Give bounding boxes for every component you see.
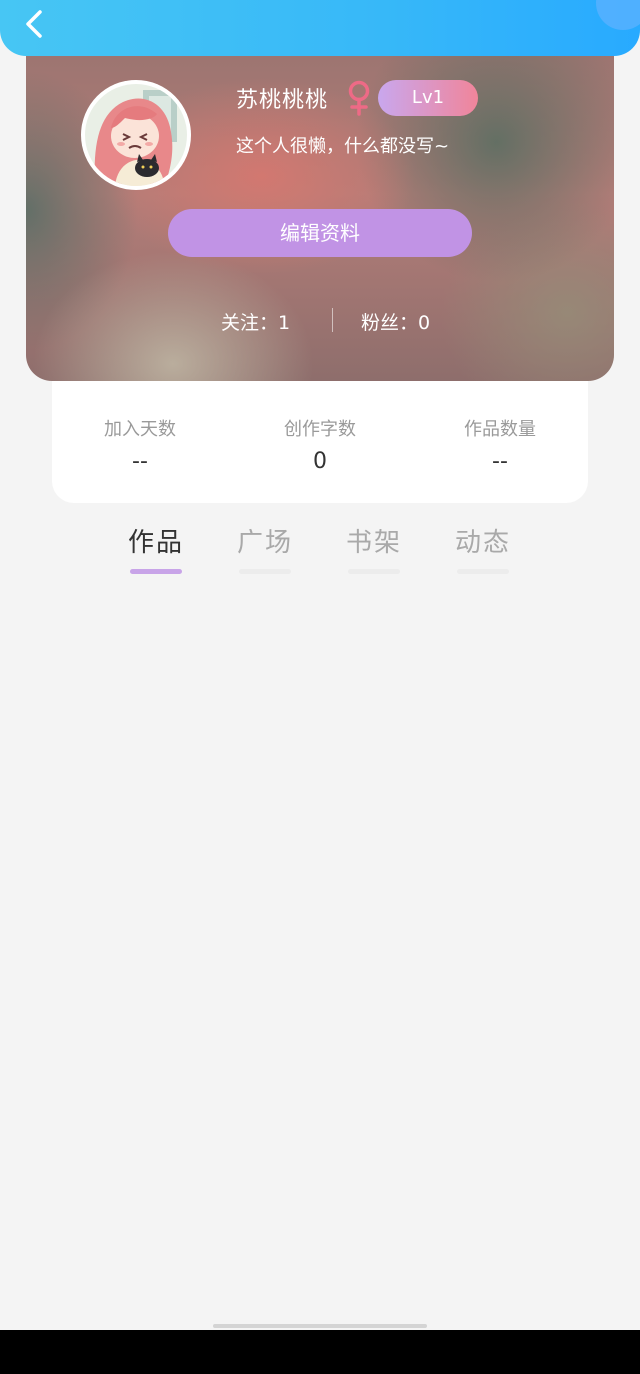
tab-underline	[348, 569, 400, 574]
stat-works-count: 作品数量 --	[420, 415, 580, 474]
decorative-bubble	[596, 0, 640, 30]
tab-works[interactable]: 作品	[126, 522, 186, 574]
profile-header: 苏桃桃桃 Lv1 这个人很懒，什么都没写~ 编辑资料 关注：1 粉丝：0	[26, 40, 614, 381]
tab-underline	[239, 569, 291, 574]
level-badge: Lv1	[378, 80, 478, 116]
home-indicator[interactable]	[213, 1324, 427, 1328]
avatar-image	[85, 84, 187, 186]
top-bar	[0, 0, 640, 56]
stat-value: 0	[313, 449, 327, 474]
stat-value: --	[132, 449, 148, 474]
tab-bookshelf[interactable]: 书架	[344, 522, 404, 574]
stats-card: 加入天数 -- 创作字数 0 作品数量 --	[52, 381, 588, 503]
profile-bio: 这个人很懒，什么都没写~	[236, 136, 450, 157]
stat-join-days: 加入天数 --	[60, 415, 220, 474]
stat-label: 创作字数	[284, 419, 356, 440]
tab-activity[interactable]: 动态	[453, 522, 513, 574]
username: 苏桃桃桃	[236, 88, 329, 113]
stat-label: 加入天数	[104, 419, 176, 440]
female-icon	[344, 80, 374, 116]
tab-label: 作品	[127, 528, 184, 558]
tab-square[interactable]: 广场	[235, 522, 295, 574]
following-count[interactable]: 关注：1	[221, 308, 290, 335]
stat-label: 作品数量	[464, 419, 536, 440]
tab-label: 动态	[454, 528, 511, 558]
profile-page: 苏桃桃桃 Lv1 这个人很懒，什么都没写~ 编辑资料 关注：1 粉丝：0 加入天…	[0, 0, 640, 1374]
back-button[interactable]	[18, 4, 52, 44]
edit-profile-button[interactable]: 编辑资料	[168, 209, 472, 257]
tab-underline	[130, 569, 182, 574]
stat-word-count: 创作字数 0	[240, 415, 400, 474]
stats-divider	[332, 308, 333, 332]
tab-underline	[457, 569, 509, 574]
followers-count[interactable]: 粉丝：0	[361, 308, 430, 335]
tab-label: 广场	[236, 528, 293, 558]
tab-label: 书架	[345, 528, 402, 558]
stat-value: --	[492, 449, 508, 474]
chevron-left-icon	[26, 10, 42, 38]
system-navigation-bar	[0, 1330, 640, 1374]
avatar[interactable]	[81, 80, 191, 190]
